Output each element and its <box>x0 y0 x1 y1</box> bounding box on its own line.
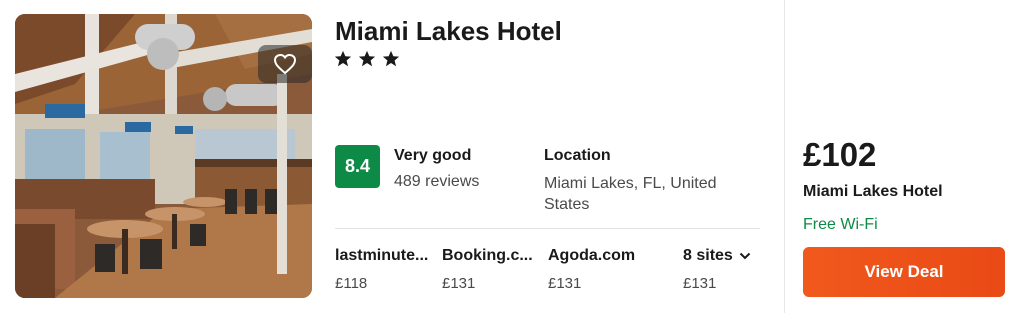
rating-label: Very good <box>394 147 472 164</box>
site-price: £131 <box>683 275 717 292</box>
more-sites-label-wrap: 8 sites <box>683 247 751 265</box>
site-price: £131 <box>548 275 582 292</box>
site-price-booking[interactable]: Booking.c... £131 <box>442 247 533 292</box>
amenity-wifi: Free Wi-Fi <box>803 216 878 233</box>
star-icon <box>358 50 376 67</box>
site-name: lastminute... <box>335 247 429 264</box>
location-label: Location <box>544 147 611 164</box>
site-name: Agoda.com <box>548 247 636 264</box>
review-score-badge: 8.4 <box>335 145 380 188</box>
more-sites-label: 8 sites <box>683 247 733 264</box>
view-deal-button[interactable]: View Deal <box>803 247 1005 297</box>
favorite-button[interactable] <box>258 45 312 83</box>
column-divider <box>784 0 785 313</box>
more-sites-dropdown[interactable]: 8 sites £131 <box>683 247 751 292</box>
hotel-result-card: Miami Lakes Hotel 8.4 Very good 489 revi… <box>0 0 1024 313</box>
site-price: £131 <box>442 275 476 292</box>
site-price: £118 <box>335 275 368 292</box>
hotel-photo[interactable] <box>15 14 312 298</box>
star-icon <box>334 50 352 67</box>
site-name: Booking.c... <box>442 247 533 264</box>
site-price-lastminute[interactable]: lastminute... £118 <box>335 247 428 292</box>
divider <box>335 228 760 229</box>
hotel-name[interactable]: Miami Lakes Hotel <box>335 16 562 47</box>
deal-provider: Miami Lakes Hotel <box>803 183 943 200</box>
location-value: Miami Lakes, FL, United States <box>544 175 717 213</box>
chevron-down-icon <box>739 252 751 260</box>
review-count[interactable]: 489 reviews <box>394 173 479 191</box>
heart-outline-icon <box>273 53 297 75</box>
deal-price[interactable]: £102 <box>803 136 876 174</box>
star-icon <box>382 50 400 67</box>
star-rating <box>334 50 400 68</box>
site-price-agoda[interactable]: Agoda.com £131 <box>548 247 635 292</box>
